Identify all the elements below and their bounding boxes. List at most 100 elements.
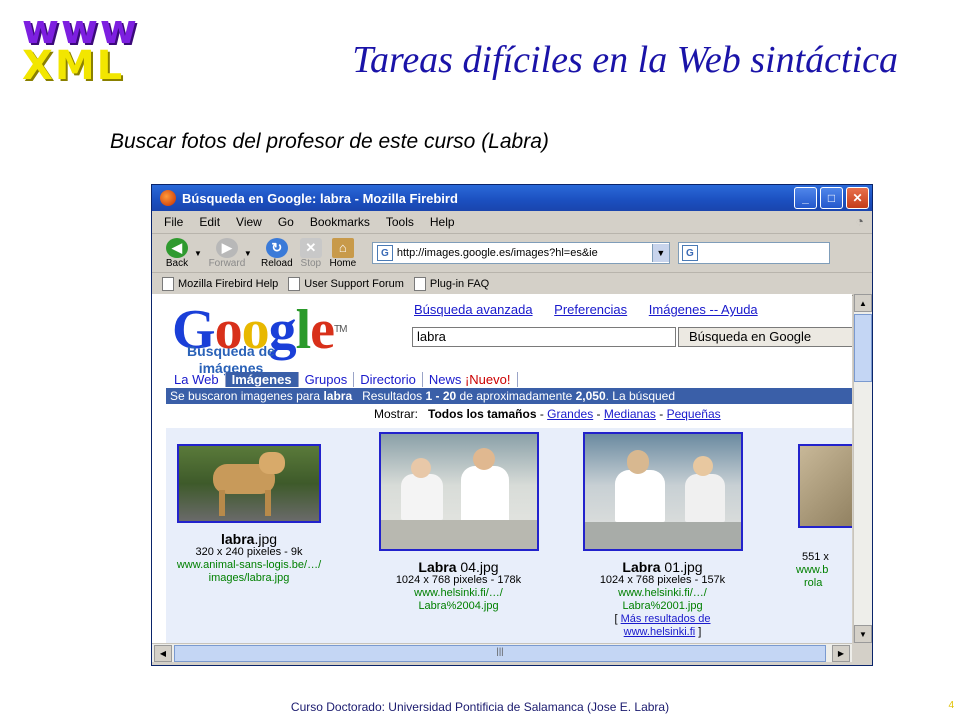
browser-window: Búsqueda en Google: labra - Mozilla Fire… — [151, 184, 873, 666]
menu-help[interactable]: Help — [430, 215, 455, 229]
lab-thumbnail[interactable] — [378, 432, 539, 551]
result-url[interactable]: www.helsinki.fi/…/ — [376, 587, 541, 600]
result-filename — [798, 538, 852, 551]
new-badge: ¡Nuevo! — [464, 372, 511, 387]
bookmark-page-icon — [162, 277, 174, 291]
tab-web[interactable]: La Web — [168, 372, 226, 387]
throbber-icon: ◔ — [855, 213, 864, 229]
home-icon: ⌂ — [331, 237, 354, 258]
google-sub-line1: Búsqueda de — [187, 343, 275, 359]
separator: - — [536, 407, 548, 421]
horizontal-scrollbar[interactable]: ◀ ||| ▶ — [152, 643, 852, 662]
show-label: Mostrar: — [374, 407, 419, 421]
tab-groups[interactable]: Grupos — [299, 372, 355, 387]
home-button[interactable]: ⌂ Home — [326, 237, 360, 269]
result-url-path[interactable]: Labra%2001.jpg — [580, 600, 745, 613]
slide-subtitle: Buscar fotos del profesor de este curso … — [110, 130, 549, 153]
scroll-up-icon[interactable]: ▲ — [854, 294, 872, 312]
size-all: Todos los tamaños — [428, 407, 537, 421]
forward-button[interactable]: ▶ Forward — [208, 237, 246, 269]
result-size: 1024 x 768 pixeles - 178k — [395, 574, 522, 586]
result-url[interactable]: www.helsinki.fi/…/ — [580, 587, 745, 600]
url-field[interactable]: G http://images.google.es/images?hl=es&i… — [371, 242, 670, 264]
google-favicon-icon: G — [376, 245, 393, 261]
bookmark-page-icon — [288, 277, 301, 291]
result-url-path[interactable]: rola — [804, 577, 852, 590]
size-large-link[interactable]: Grandes — [547, 407, 593, 421]
forward-label: Forward — [208, 257, 246, 269]
menu-go[interactable]: Go — [278, 215, 294, 229]
vertical-scroll-thumb[interactable] — [854, 314, 872, 382]
bookmark-firebird-help[interactable]: Mozilla Firebird Help — [162, 277, 278, 291]
reload-icon: ↻ — [265, 237, 288, 258]
maximize-button[interactable]: □ — [820, 187, 843, 209]
window-title: Búsqueda en Google: labra - Mozilla Fire… — [182, 190, 458, 206]
link-preferences[interactable]: Preferencias — [554, 302, 627, 317]
menu-edit[interactable]: Edit — [199, 215, 220, 229]
size-small-link[interactable]: Pequeñas — [667, 407, 721, 421]
scroll-down-icon[interactable]: ▼ — [854, 625, 872, 643]
more-results-link[interactable]: Más resultados de — [621, 613, 711, 625]
menu-tools[interactable]: Tools — [386, 215, 414, 229]
results-query: labra — [323, 389, 353, 403]
search-bar-field[interactable]: G — [677, 242, 830, 264]
menu-file[interactable]: File — [164, 215, 183, 229]
partial-thumbnail[interactable] — [798, 444, 852, 528]
result-url-path[interactable]: Labra%2004.jpg — [376, 600, 541, 613]
image-results: labra.jpg 320 x 240 pixeles - 9k www.ani… — [166, 428, 852, 643]
forward-arrow-icon: ▶ — [215, 237, 238, 258]
window-titlebar[interactable]: Búsqueda en Google: labra - Mozilla Fire… — [152, 185, 872, 211]
tab-news[interactable]: News ¡Nuevo! — [423, 372, 518, 387]
results-mid2: de aproximadamente — [456, 389, 576, 403]
page-number: 4 — [948, 700, 954, 711]
resize-grip[interactable] — [854, 643, 872, 661]
link-advanced-search[interactable]: Búsqueda avanzada — [414, 302, 533, 317]
more-results-site-link[interactable]: www.helsinki.fi — [624, 626, 696, 638]
slide-footer: Curso Doctorado: Universidad Pontificia … — [290, 700, 670, 714]
bookmark-plugin-faq[interactable]: Plug-in FAQ — [413, 277, 489, 291]
vertical-scrollbar[interactable]: ▲ ▼ — [853, 294, 872, 643]
results-post: . La búsqued — [605, 389, 676, 403]
google-search-button[interactable]: Búsqueda en Google — [678, 327, 852, 347]
horizontal-scroll-thumb[interactable]: ||| — [174, 645, 826, 662]
forward-dropdown-icon[interactable]: ▼ — [244, 249, 252, 258]
more-results: [ Más resultados de — [580, 613, 745, 626]
home-label: Home — [329, 257, 357, 269]
back-dropdown-icon[interactable]: ▼ — [194, 249, 202, 258]
result-url[interactable]: www.animal-sans-logis.be/…/ — [174, 559, 324, 572]
tab-directory[interactable]: Directorio — [354, 372, 423, 387]
more-results-site: www.helsinki.fi ] — [580, 626, 745, 639]
filename-rest: 04.jpg — [456, 559, 499, 575]
lab-thumbnail[interactable] — [582, 432, 743, 551]
stop-icon: ✕ — [299, 237, 322, 258]
filename-bold: Labra — [418, 559, 457, 575]
menu-bookmarks[interactable]: Bookmarks — [310, 215, 370, 229]
google-search-input[interactable]: labra — [412, 327, 676, 347]
scroll-left-icon[interactable]: ◀ — [154, 645, 172, 662]
stop-button[interactable]: ✕ Stop — [296, 237, 326, 269]
bookmark-user-support-forum[interactable]: User Support Forum — [288, 277, 404, 291]
link-images-help[interactable]: Imágenes -- Ayuda — [649, 302, 758, 317]
scroll-right-icon[interactable]: ▶ — [832, 645, 850, 662]
google-tabs: La Web Imágenes Grupos Directorio News ¡… — [168, 372, 518, 387]
result-url[interactable]: www.b — [796, 564, 852, 577]
menu-view[interactable]: View — [236, 215, 262, 229]
slide-title: Tareas difíciles en la Web sintáctica — [352, 39, 898, 81]
result-size: 551 x — [802, 551, 829, 563]
back-label: Back — [165, 257, 189, 269]
result-url-path[interactable]: images/labra.jpg — [174, 572, 324, 585]
minimize-button[interactable]: _ — [794, 187, 817, 209]
page-content: GoogleTM Búsqueda de imágenes Búsqueda a… — [152, 294, 852, 643]
image-result: labra.jpg 320 x 240 pixeles - 9k www.ani… — [174, 432, 324, 585]
url-dropdown-icon[interactable]: ▼ — [651, 244, 669, 262]
back-button[interactable]: ◀ Back — [158, 237, 196, 269]
results-range: 1 - 20 — [425, 389, 457, 403]
size-medium-link[interactable]: Medianas — [604, 407, 656, 421]
image-result: Labra 01.jpg 1024 x 768 pixeles - 157k w… — [580, 432, 745, 639]
tab-news-label: News — [428, 372, 462, 387]
reload-button[interactable]: ↻ Reload — [258, 237, 296, 269]
firebird-icon — [160, 190, 176, 206]
dog-thumbnail[interactable] — [177, 444, 321, 523]
close-button[interactable]: ✕ — [846, 187, 869, 209]
tab-images[interactable]: Imágenes — [225, 372, 299, 387]
